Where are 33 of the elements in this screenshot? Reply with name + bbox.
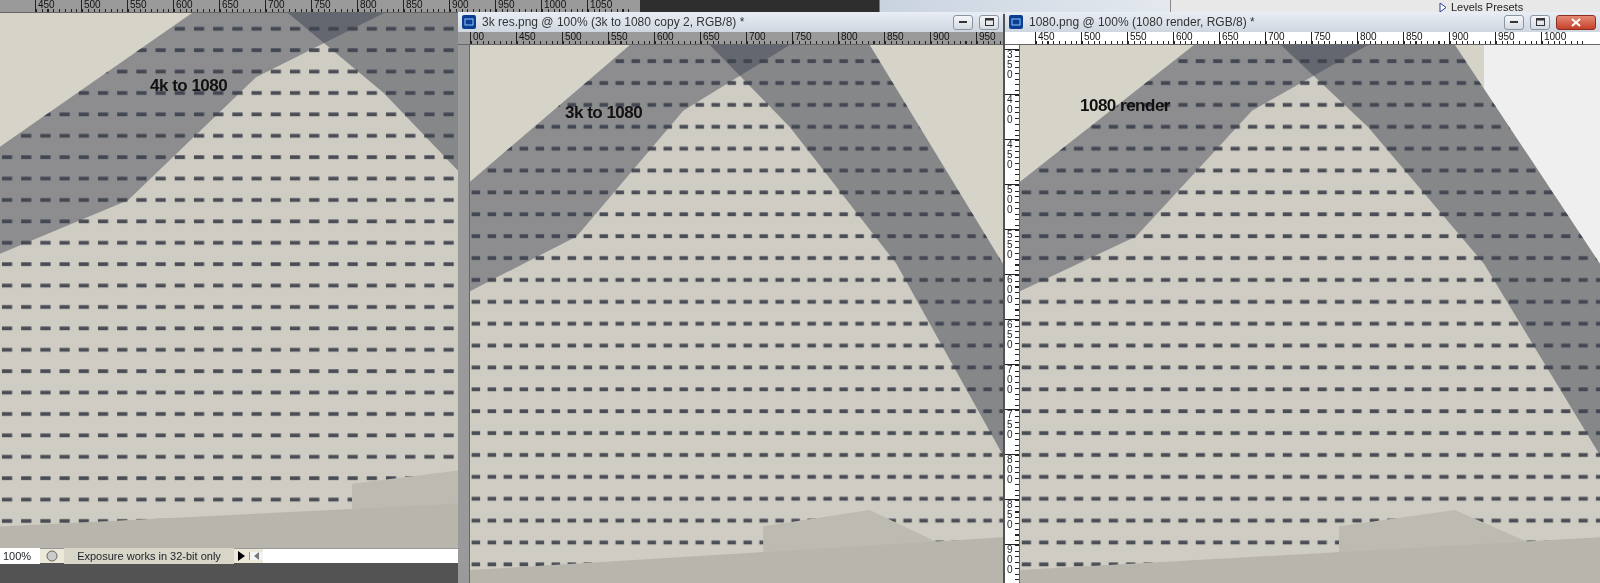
image-label: 3k to 1080: [565, 102, 643, 124]
maximize-icon: [1535, 18, 1545, 26]
ruler-label: 400: [1007, 95, 1014, 125]
maximize-icon: [984, 18, 994, 26]
close-icon: [1571, 17, 1581, 27]
window-title: 3k res.png @ 100% (3k to 1080 copy 2, RGB/8) *: [482, 14, 746, 31]
status-info-icon: [46, 550, 58, 562]
ruler-label: 800: [1007, 455, 1014, 485]
image-label: 1080 render: [1080, 95, 1170, 117]
image-label: 4k to 1080: [150, 75, 228, 97]
ruler-label: 550: [1007, 230, 1014, 260]
ruler-label: 600: [1007, 275, 1014, 305]
minimize-button[interactable]: [1504, 14, 1524, 30]
ruler-label: 500: [1007, 185, 1014, 215]
expand-triangle-icon[interactable]: [1439, 2, 1447, 12]
minimize-button[interactable]: [953, 14, 973, 30]
ruler-label: 700: [1007, 365, 1014, 395]
ruler-label: 750: [1007, 410, 1014, 440]
ruler-label: 650: [1007, 320, 1014, 350]
minimize-icon: [1510, 20, 1518, 24]
maximize-button[interactable]: [1530, 14, 1550, 30]
ruler-label: 900: [1007, 545, 1014, 575]
close-button[interactable]: [1556, 14, 1596, 30]
ruler-label: 450: [1007, 140, 1014, 170]
app-logo-icon: [1009, 15, 1023, 29]
panel-title: Levels Presets: [1451, 0, 1524, 15]
scroll-left-button[interactable]: [249, 552, 263, 560]
maximize-button[interactable]: [979, 14, 999, 30]
app-logo-icon: [462, 15, 476, 29]
ruler-label: 350: [1007, 50, 1014, 80]
ruler-label: 850: [1007, 500, 1014, 530]
minimize-icon: [959, 20, 967, 24]
window-title: 1080.png @ 100% (1080 render, RGB/8) *: [1029, 14, 1256, 31]
